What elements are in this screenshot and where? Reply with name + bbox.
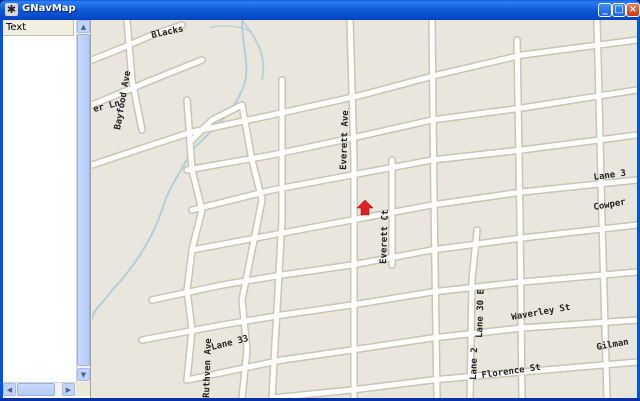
street-label-gilman: Gilman [596, 336, 630, 352]
creek-water [92, 20, 248, 321]
street-label-lane-30e: Lane 30 E [475, 289, 487, 338]
map-canvas[interactable]: Blacks Bayfood Ave er Ln Everett Ave Eve… [92, 20, 637, 398]
scroll-left-button[interactable]: ◀ [3, 383, 16, 396]
vertical-scroll-thumb[interactable] [77, 34, 90, 366]
horizontal-scrollbar[interactable]: ◀ ▶ [3, 382, 76, 396]
vertical-scrollbar[interactable]: ▲ ▼ [76, 20, 90, 382]
pond-water [209, 25, 253, 33]
client-area: Text ▲ ▼ ◀ ▶ Blacks Bayfood Ave er Ln Ev… [3, 20, 637, 398]
street-label-lane-2: Lane 2 [469, 347, 480, 380]
horizontal-scroll-thumb[interactable] [17, 383, 55, 396]
panel-header[interactable]: Text [3, 20, 74, 36]
window-title: GNavMap [22, 3, 76, 14]
minimize-button[interactable]: _ [598, 3, 612, 17]
map-view[interactable]: Blacks Bayfood Ave er Ln Everett Ave Eve… [92, 20, 637, 398]
street-label-everett-ave: Everett Ave [339, 110, 351, 170]
scroll-up-button[interactable]: ▲ [77, 20, 90, 33]
scroll-down-button[interactable]: ▼ [77, 368, 90, 381]
app-window: ✱ GNavMap _ □ × Text ▲ ▼ ◀ ▶ Blacks Bayf… [0, 0, 640, 401]
maximize-button[interactable]: □ [612, 3, 626, 17]
title-bar[interactable]: ✱ GNavMap _ □ × [0, 0, 640, 20]
close-button[interactable]: × [626, 3, 640, 17]
street-label-florence: Florence St [481, 363, 541, 381]
street-label-blacks: Blacks [151, 24, 185, 41]
scrollbar-corner [76, 382, 90, 396]
text-panel: Text ▲ ▼ ◀ ▶ [3, 20, 91, 398]
street-label-everett-ct: Everett Ct [379, 210, 391, 265]
app-icon: ✱ [5, 3, 18, 16]
scroll-right-button[interactable]: ▶ [62, 383, 75, 396]
